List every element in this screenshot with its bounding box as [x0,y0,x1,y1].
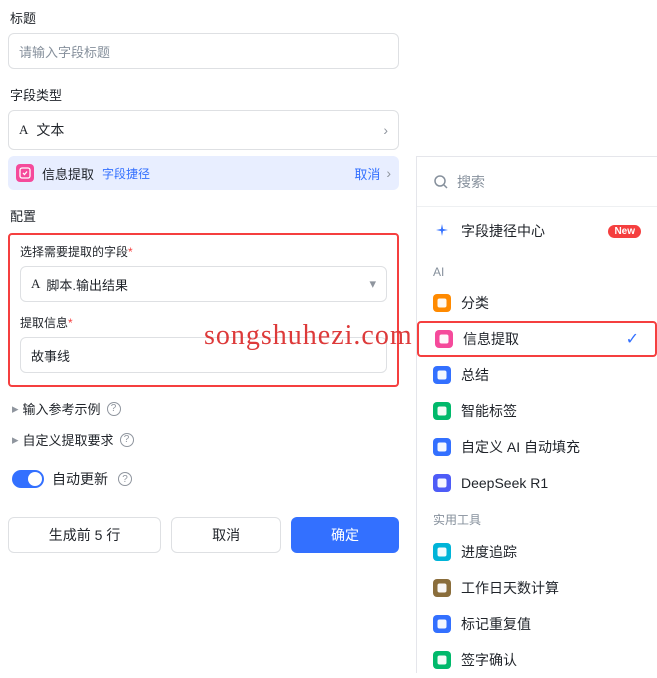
menu-item-label: 分类 [461,293,489,313]
help-icon[interactable]: ? [120,433,134,447]
chevron-right-icon: › [386,165,391,181]
config-label: 配置 [10,206,399,225]
auto-update-toggle[interactable] [12,470,44,488]
autofill-icon [433,438,451,456]
shortcut-pill: 信息提取 字段捷径 取消 › [8,156,399,190]
menu-item-dedupe[interactable]: 标记重复值 [417,606,657,642]
field-type-select[interactable]: A 文本 › [8,110,399,150]
menu-item-label: 自定义 AI 自动填充 [461,437,580,457]
search-icon [433,174,449,190]
search-placeholder: 搜索 [457,172,485,192]
menu-item-label: DeepSeek R1 [461,475,548,491]
help-icon[interactable]: ? [118,472,132,486]
chevron-right-icon: › [383,122,388,138]
group-tools-label: 实用工具 [417,501,657,534]
menu-item-summary[interactable]: 总结 [417,357,657,393]
group-ai-label: AI [417,255,657,285]
auto-update-label: 自动更新 [52,469,108,489]
type-label: 字段类型 [10,85,399,104]
title-placeholder-text: 请输入字段标题 [19,42,110,61]
expander-examples[interactable]: ▸ 输入参考示例 ? [12,399,399,418]
dedupe-icon [433,615,451,633]
menu-item-label: 信息提取 [463,329,519,349]
menu-item-label: 进度追踪 [461,542,517,562]
search-input[interactable]: 搜索 [417,157,657,207]
shortcut-picker-panel: 搜索 字段捷径中心 New AI 分类信息提取 ✓ 总结智能标签自定义 AI 自动填… [416,156,657,673]
extract-icon [435,330,453,348]
extract-label: 提取信息* [20,314,387,331]
sign-icon [433,651,451,669]
menu-item-label: 工作日天数计算 [461,578,559,598]
check-icon: ✓ [626,329,639,349]
menu-item-workdays[interactable]: 工作日天数计算 [417,570,657,606]
shortcut-cancel-link[interactable]: 取消 [354,164,380,183]
config-section: 选择需要提取的字段* A 脚本.输出结果 ▾ 提取信息* 故事线 [8,233,399,387]
new-badge: New [608,225,641,238]
menu-item-deepseek[interactable]: DeepSeek R1 [417,465,657,501]
menu-item-progress[interactable]: 进度追踪 [417,534,657,570]
triangle-right-icon: ▸ [12,432,19,448]
tags-icon [433,402,451,420]
menu-item-label: 总结 [461,365,489,385]
workdays-icon [433,579,451,597]
field-select-label: 选择需要提取的字段* [20,243,387,260]
generate-button[interactable]: 生成前 5 行 [8,517,161,553]
shortcut-center-item[interactable]: 字段捷径中心 New [417,207,657,255]
progress-icon [433,543,451,561]
sparkle-icon [433,222,451,240]
deepseek-icon [433,474,451,492]
text-type-icon: A [19,122,28,138]
menu-item-label: 智能标签 [461,401,517,421]
menu-item-tags[interactable]: 智能标签 [417,393,657,429]
menu-item-label: 标记重复值 [461,614,531,634]
shortcut-path-link[interactable]: 字段捷径 [102,165,150,182]
field-select-value: 脚本.输出结果 [46,275,128,294]
expander-custom[interactable]: ▸ 自定义提取要求 ? [12,430,399,449]
caret-down-icon: ▾ [369,276,376,292]
shortcut-name: 信息提取 [42,164,94,183]
extract-icon [16,164,34,182]
menu-item-label: 签字确认 [461,650,517,670]
title-input[interactable]: 请输入字段标题 [8,33,399,69]
menu-item-autofill[interactable]: 自定义 AI 自动填充 [417,429,657,465]
help-icon[interactable]: ? [107,402,121,416]
extract-info-value: 故事线 [31,346,70,365]
title-label: 标题 [10,8,399,27]
cancel-button[interactable]: 取消 [171,517,281,553]
triangle-right-icon: ▸ [12,401,19,417]
summary-icon [433,366,451,384]
text-field-icon: A [31,276,40,292]
menu-item-sign[interactable]: 签字确认 [417,642,657,678]
menu-item-classify[interactable]: 分类 [417,285,657,321]
confirm-button[interactable]: 确定 [291,517,399,553]
classify-icon [433,294,451,312]
menu-item-extract[interactable]: 信息提取 ✓ [417,321,657,357]
field-select-dropdown[interactable]: A 脚本.输出结果 ▾ [20,266,387,302]
field-type-value: 文本 [36,120,64,140]
extract-info-input[interactable]: 故事线 [20,337,387,373]
